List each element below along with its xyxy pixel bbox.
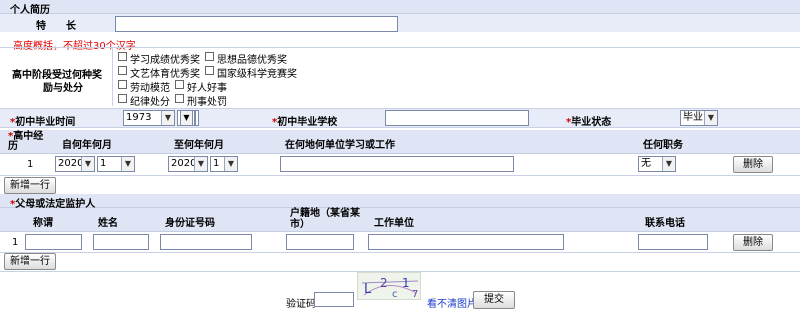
graduation-school-input[interactable] [385, 110, 529, 126]
award-science-checkbox[interactable] [205, 66, 214, 75]
award-criminal-label: 刑事处罚 [187, 97, 227, 108]
graduation-status-label: *毕业状态 [566, 117, 612, 128]
specialty-hint: 高度概括，不超过30个汉字 [13, 37, 136, 52]
award-arts-label: 文艺体育优秀奖 [130, 69, 200, 80]
exp-from-month-select[interactable]: 1 ▼ [97, 156, 135, 172]
awards-label-line2: 励与处分 [43, 83, 83, 94]
guardian-add-row-button[interactable]: 新增一行 [4, 253, 56, 270]
col-id: 身份证号码 [165, 218, 215, 229]
exp-add-row-button[interactable]: 新增一行 [4, 177, 56, 194]
captcha-input[interactable] [314, 292, 354, 307]
award-labor-checkbox[interactable] [118, 80, 127, 89]
exp-to-month-select[interactable]: 1 ▼ [210, 156, 238, 172]
col-name: 姓名 [98, 218, 118, 229]
experience-header-label: *高中经历 [8, 131, 44, 152]
exp-from-year-select[interactable]: 2020 ▼ [55, 156, 95, 172]
col-from: 自何年何月 [62, 140, 112, 151]
col-phone: 联系电话 [645, 218, 685, 229]
exp-delete-button[interactable]: 删除 [733, 156, 773, 173]
guardians-section-header [0, 194, 800, 208]
experience-row-index: 1 [27, 159, 34, 170]
col-place: 在何地何单位学习或工作 [285, 140, 395, 151]
col-to: 至何年何月 [174, 140, 224, 151]
submit-button[interactable]: 提交 [473, 291, 515, 309]
award-morality-label: 思想品德优秀奖 [217, 55, 287, 66]
specialty-label: 特 长 [36, 21, 76, 32]
guardian-household-input[interactable] [286, 234, 354, 250]
award-labor-label: 劳动模范 [130, 83, 170, 94]
award-arts-checkbox[interactable] [118, 66, 127, 75]
guardian-name-input[interactable] [93, 234, 149, 250]
award-criminal-checkbox[interactable] [175, 94, 184, 103]
guardian-phone-input[interactable] [638, 234, 708, 250]
award-study-checkbox[interactable] [118, 52, 127, 61]
svg-text:1: 1 [402, 276, 410, 290]
guardian-id-input[interactable] [160, 234, 252, 250]
award-gooddeed-label: 好人好事 [187, 83, 227, 94]
captcha-label: 验证码 [286, 299, 316, 310]
graduation-time-label: *初中毕业时间 [10, 117, 76, 128]
svg-text:2: 2 [380, 276, 388, 290]
award-science-label: 国家级科学竞赛奖 [217, 69, 297, 80]
col-title: 称谓 [33, 218, 53, 229]
guardian-row-index: 1 [12, 237, 19, 248]
col-position: 任何职务 [643, 140, 683, 151]
graduation-school-label: *初中毕业学校 [272, 117, 338, 128]
captcha-image[interactable]: L 2 c 1 7 [357, 272, 421, 300]
award-gooddeed-checkbox[interactable] [175, 80, 184, 89]
resume-section-header [0, 0, 800, 14]
col-household: 户籍地（某省某市） [290, 208, 360, 230]
award-morality-checkbox[interactable] [205, 52, 214, 61]
col-work: 工作单位 [374, 218, 414, 229]
award-discipline-checkbox[interactable] [118, 94, 127, 103]
svg-text:c: c [392, 289, 398, 300]
award-discipline-label: 纪律处分 [130, 97, 170, 108]
graduation-year-select[interactable]: 1973 ▼ [123, 110, 175, 126]
captcha-refresh-link[interactable]: 看不清图片 [427, 295, 477, 310]
specialty-input[interactable] [115, 16, 398, 32]
svg-text:7: 7 [412, 289, 418, 300]
award-study-label: 学习成绩优秀奖 [130, 55, 200, 66]
guardian-delete-button[interactable]: 删除 [733, 234, 773, 251]
exp-position-select[interactable]: 无 ▼ [638, 156, 676, 172]
exp-to-year-select[interactable]: 2020 ▼ [168, 156, 208, 172]
graduation-month-arrow[interactable]: ▼ [180, 110, 193, 126]
guardian-title-input[interactable] [25, 234, 82, 250]
graduation-status-select[interactable]: 毕业 ▼ [680, 110, 718, 126]
exp-place-input[interactable] [280, 156, 514, 172]
svg-text:L: L [364, 282, 372, 297]
guardian-work-input[interactable] [368, 234, 564, 250]
